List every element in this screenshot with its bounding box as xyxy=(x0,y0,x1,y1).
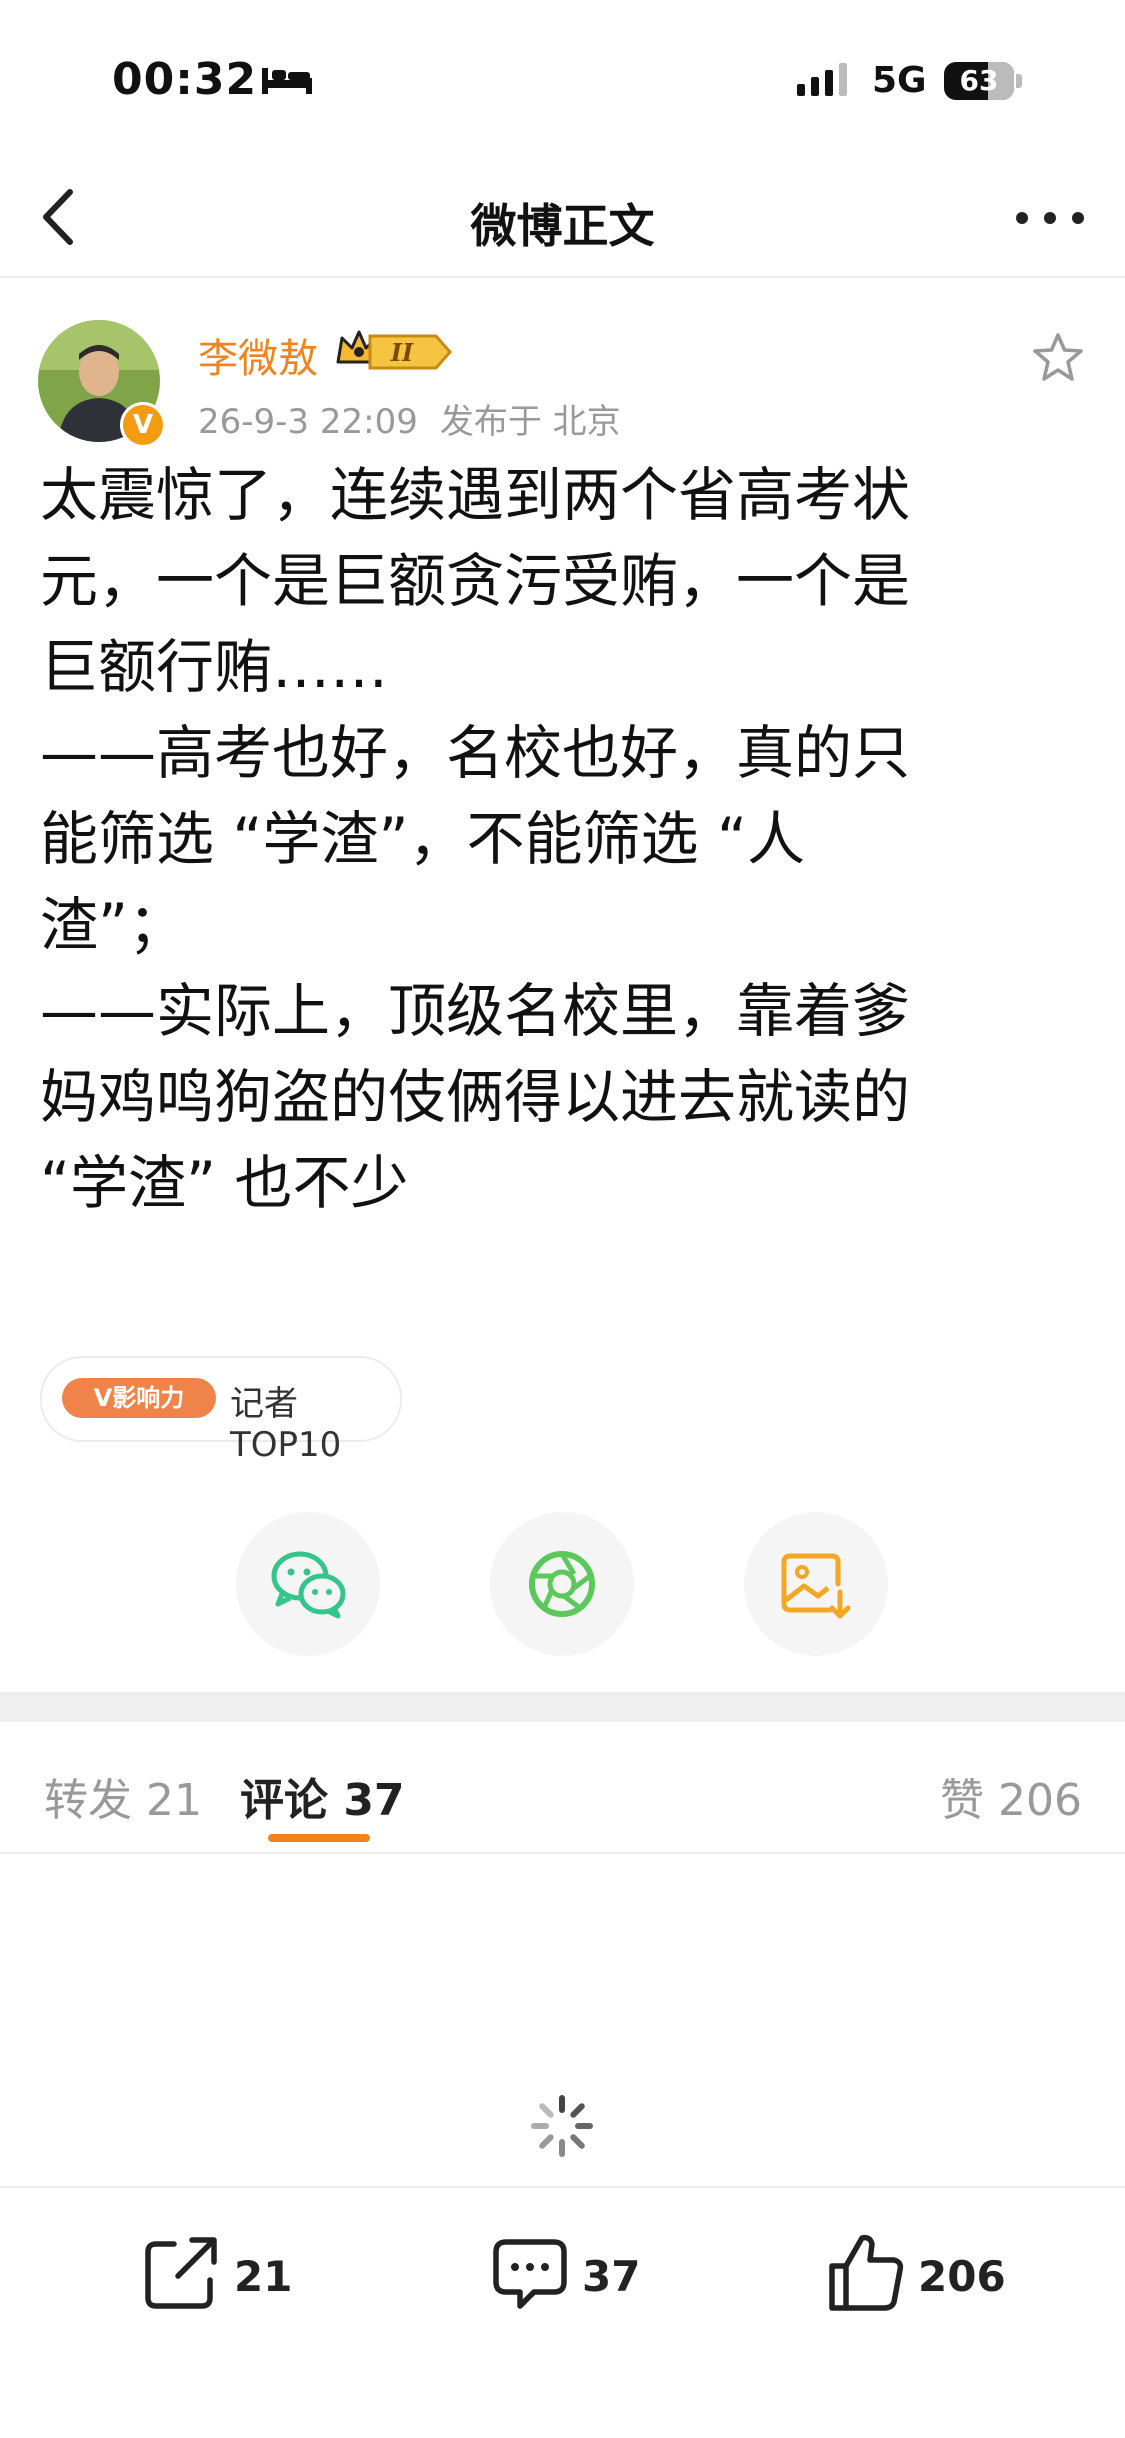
save-image-button[interactable] xyxy=(744,1512,888,1656)
influence-rank: 记者TOP10 xyxy=(230,1384,342,1465)
like-count: 206 xyxy=(918,2252,1006,2301)
post-line: 太震惊了，连续遇到两个省高考状 xyxy=(40,461,911,529)
level-text: II xyxy=(390,338,414,367)
status-time: 00:32 xyxy=(112,54,258,105)
comment-icon xyxy=(493,2239,567,2309)
bottom-toolbar: 21 37 206 xyxy=(0,2186,1125,2438)
more-icon[interactable] xyxy=(1010,196,1090,240)
post-location: 发布于 北京 xyxy=(439,402,621,442)
section-divider xyxy=(0,1692,1125,1722)
tab-indicator xyxy=(268,1834,370,1842)
share-wechat-button[interactable] xyxy=(236,1512,380,1656)
battery-icon: 63 xyxy=(944,62,1014,100)
bed-icon xyxy=(262,68,312,94)
post-line: “学渣” 也不少 xyxy=(40,1140,1080,1226)
network-type: 5G xyxy=(872,60,927,101)
battery-level: 63 xyxy=(959,64,999,97)
post-line: 妈鸡鸣狗盗的伎俩得以进去就读的 xyxy=(40,1063,911,1131)
share-moments-button[interactable] xyxy=(490,1512,634,1656)
influence-badge: V影响力 xyxy=(62,1378,216,1418)
post-line: ——高考也好，名校也好，真的只 xyxy=(40,719,911,787)
comment-count: 37 xyxy=(582,2252,641,2301)
author-name[interactable]: 李微敖 xyxy=(198,326,318,384)
nav-bar: 微博正文 xyxy=(0,160,1125,278)
wechat-icon xyxy=(271,1551,346,1619)
post-line: 巨额行贿…… xyxy=(40,633,389,701)
post-line: 渣”； xyxy=(40,891,187,959)
signal-icon xyxy=(797,63,847,96)
influence-tag[interactable]: V影响力 记者TOP10 xyxy=(40,1356,402,1465)
post-body: 太震惊了，连续遇到两个省高考状 元，一个是巨额贪污受贿，一个是 巨额行贿…… —… xyxy=(40,452,1080,1226)
tab-comment[interactable]: 评论 37 xyxy=(240,1764,405,1828)
level-badge-icon: II xyxy=(368,334,452,370)
repost-icon xyxy=(145,2237,217,2309)
save-image-icon xyxy=(781,1553,851,1619)
tab-bar: 转发 21 评论 37 赞 206 xyxy=(0,1722,1125,1854)
post-line: 能筛选 “学渣”，不能筛选 “人 xyxy=(40,805,806,873)
post-meta: 26-9-3 22:09 发布于 北京 xyxy=(198,394,621,443)
post-line: 元，一个是巨额贪污受贿，一个是 xyxy=(40,547,911,615)
moments-icon xyxy=(529,1551,595,1617)
status-bar: 00:32 5G 63 xyxy=(0,0,1125,160)
page-title: 微博正文 xyxy=(470,199,655,253)
post-date: 26-9-3 22:09 xyxy=(198,402,418,442)
battery-cap xyxy=(1016,74,1022,88)
thumbs-up-icon xyxy=(829,2234,904,2311)
post-line: ——实际上，顶级名校里，靠着爹 xyxy=(40,977,911,1045)
star-icon[interactable] xyxy=(1030,330,1086,386)
tab-like[interactable]: 赞 206 xyxy=(940,1764,1082,1828)
repost-count: 21 xyxy=(234,2252,293,2301)
loading-spinner-icon xyxy=(531,2095,593,2157)
tab-repost[interactable]: 转发 21 xyxy=(44,1764,202,1828)
verified-badge: V xyxy=(120,402,166,448)
